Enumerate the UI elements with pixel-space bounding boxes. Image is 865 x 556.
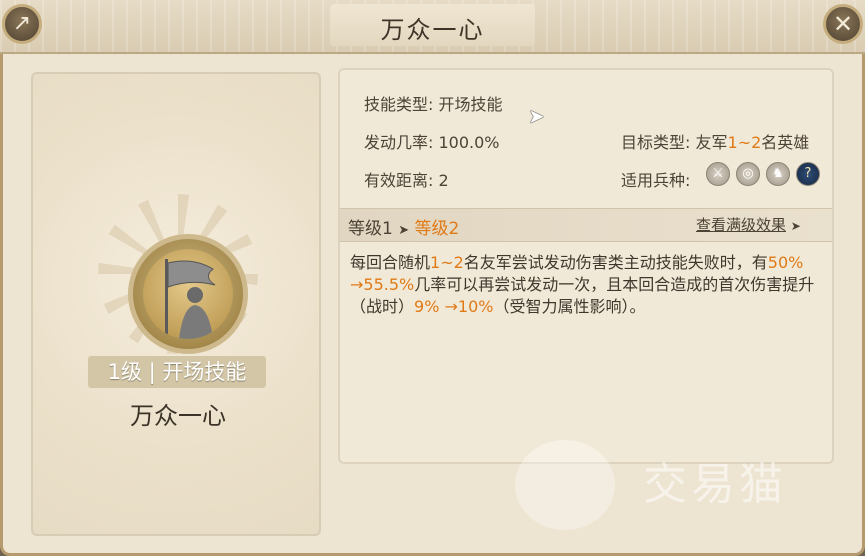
unknown-icon[interactable]: ?	[796, 162, 820, 186]
view-max-level-label[interactable]: 查看满级效果	[696, 216, 786, 234]
sword-icon[interactable]: ⚔	[706, 162, 730, 186]
skill-level-tag: 1级 | 开场技能	[88, 356, 266, 388]
view-max-level-link[interactable]: 查看满级效果 ➤	[696, 214, 801, 235]
watermark: 交易猫	[515, 440, 845, 530]
bow-icon[interactable]: ◎	[736, 162, 760, 186]
desc-count: 1~2	[430, 253, 464, 272]
desc-part-4: （受智力属性影响）。	[493, 297, 646, 316]
skill-type-value: 开场技能	[438, 95, 503, 114]
watermark-text: 交易猫	[643, 459, 787, 510]
level-2-tab[interactable]: 等级2	[415, 219, 460, 239]
trigger-rate-label: 发动几率:	[364, 133, 434, 152]
skill-emblem-panel: 1级 | 开场技能 万众一心	[31, 72, 321, 536]
level-1-tab[interactable]: 等级1	[348, 219, 393, 239]
flag-bearer-icon	[165, 259, 216, 339]
cavalry-icon[interactable]: ♞	[766, 162, 790, 186]
skill-medal	[128, 234, 248, 354]
dialog-title: 万众一心	[380, 16, 485, 44]
desc-part-1: 每回合随机	[350, 253, 431, 272]
target-type-prefix: 友军	[695, 133, 728, 152]
trigger-rate-value: 100.0%	[438, 133, 500, 152]
trigger-rate-row: 发动几率: 100.0%	[364, 129, 500, 153]
desc-part-2: 名友军尝试发动伤害类主动技能失败时，有	[463, 253, 768, 272]
flag-bearer-portrait	[143, 249, 233, 339]
target-type-row: 目标类型: 友军1~2名英雄	[621, 129, 809, 153]
level-switcher: 等级1 ➤ 等级2	[348, 214, 459, 239]
skill-description: 每回合随机1~2名友军尝试发动伤害类主动技能失败时，有50% →55.5%几率可…	[350, 252, 820, 318]
share-icon[interactable]: ↗	[2, 4, 42, 44]
range-value: 2	[438, 171, 449, 190]
skill-type-row: 技能类型: 开场技能	[364, 91, 503, 115]
range-row: 有效距离: 2	[364, 167, 449, 191]
target-count: 1~2	[727, 133, 762, 152]
troop-type-label: 适用兵种:	[621, 171, 691, 190]
skill-name: 万众一心	[130, 402, 226, 430]
desc-damage-bonus: 9% →10%	[414, 297, 494, 316]
range-label: 有效距离:	[364, 171, 434, 190]
cat-logo-icon	[515, 440, 615, 530]
skill-type-label: 技能类型:	[364, 95, 434, 114]
target-type-label: 目标类型:	[621, 133, 691, 152]
target-type-suffix: 名英雄	[761, 133, 810, 152]
arrow-right-icon: ➤	[398, 223, 410, 238]
close-icon[interactable]: ✕	[823, 4, 863, 44]
chevron-right-icon: ➤	[790, 219, 801, 233]
mouse-cursor-icon: ➤	[528, 104, 545, 128]
